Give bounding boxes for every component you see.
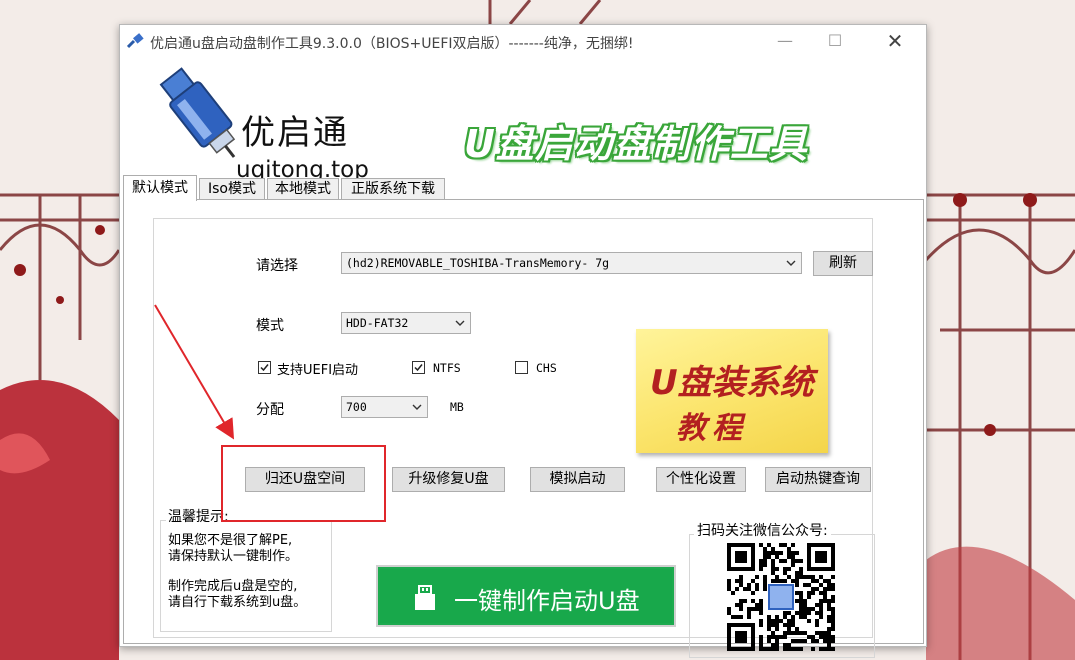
alloc-select[interactable]: 700	[341, 396, 428, 418]
qr-title: 扫码关注微信公众号:	[694, 520, 831, 540]
alloc-label: 分配	[256, 402, 284, 418]
app-window: 优启通u盘启动盘制作工具9.3.0.0（BIOS+UEFI双启版）-------…	[119, 24, 927, 658]
uefi-checkbox[interactable]	[258, 361, 271, 374]
simulate-boot-button[interactable]: 模拟启动	[530, 467, 625, 492]
tip-line-4: 请自行下载系统到u盘。	[168, 595, 307, 610]
one-click-make-boot-usb-button[interactable]: 一键制作启动U盘	[376, 565, 676, 627]
device-select-value: (hd2)REMOVABLE_TOSHIBA-TransMemory- 7g	[346, 256, 610, 270]
refresh-button[interactable]: 刷新	[813, 251, 873, 276]
device-select[interactable]: (hd2)REMOVABLE_TOSHIBA-TransMemory- 7g	[341, 252, 802, 274]
chevron-down-icon	[412, 404, 422, 410]
upgrade-repair-usb-button[interactable]: 升级修复U盘	[392, 467, 505, 492]
tab-iso-mode[interactable]: Iso模式	[199, 178, 265, 200]
title-bar[interactable]: 优启通u盘启动盘制作工具9.3.0.0（BIOS+UEFI双启版）-------…	[120, 25, 926, 57]
settings-group: 请选择 (hd2)REMOVABLE_TOSHIBA-TransMemory- …	[153, 218, 875, 658]
mode-select[interactable]: HDD-FAT32	[341, 312, 471, 334]
mode-label: 模式	[256, 318, 284, 334]
usb-install-tutorial-link[interactable]: U盘装系统 教程	[636, 329, 828, 453]
banner-title: U盘启动盘制作工具	[464, 122, 808, 166]
chs-checkbox[interactable]	[515, 361, 528, 374]
ntfs-checkbox[interactable]	[412, 361, 425, 374]
tips-title: 温馨提示:	[166, 506, 231, 526]
device-select-label: 请选择	[256, 258, 298, 274]
restore-usb-space-button[interactable]: 归还U盘空间	[245, 467, 365, 492]
tip-line-2: 请保持默认一键制作。	[168, 549, 299, 564]
mode-select-value: HDD-FAT32	[346, 316, 409, 330]
checkmark-icon	[414, 364, 423, 372]
tutorial-line-1: U盘装系统	[650, 363, 814, 403]
uefi-label: 支持UEFI启动	[277, 363, 359, 378]
ntfs-label: NTFS	[433, 361, 461, 375]
brand-name: 优启通	[241, 113, 349, 153]
usb-app-icon	[126, 33, 144, 49]
tab-panel: 请选择 (hd2)REMOVABLE_TOSHIBA-TransMemory- …	[123, 199, 924, 658]
tab-default-mode[interactable]: 默认模式	[123, 175, 197, 201]
boot-hotkey-query-button[interactable]: 启动热键查询	[765, 467, 871, 492]
chevron-down-icon	[786, 260, 796, 266]
tab-local-mode[interactable]: 本地模式	[267, 178, 339, 200]
make-button-label: 一键制作启动U盘	[454, 587, 640, 615]
window-title: 优启通u盘启动盘制作工具9.3.0.0（BIOS+UEFI双启版）-------…	[150, 36, 634, 52]
chs-label: CHS	[536, 361, 557, 375]
personalize-settings-button[interactable]: 个性化设置	[656, 467, 746, 492]
wechat-qr-code	[727, 543, 835, 651]
chevron-down-icon	[455, 320, 465, 326]
alloc-unit: MB	[450, 400, 464, 414]
close-button[interactable]: ✕	[872, 29, 918, 53]
tab-genuine-system-download[interactable]: 正版系统下载	[341, 178, 445, 200]
tutorial-line-2: 教程	[676, 411, 748, 446]
usb-drive-icon	[415, 585, 435, 610]
maximize-button[interactable]: ☐	[812, 29, 858, 53]
alloc-select-value: 700	[346, 400, 367, 414]
make-button-face: 一键制作启动U盘	[380, 569, 672, 623]
checkmark-icon	[260, 364, 269, 372]
header-banner: 优启通 uqitong.top U盘启动盘制作工具	[120, 57, 926, 183]
minimize-button[interactable]: —	[762, 29, 808, 53]
